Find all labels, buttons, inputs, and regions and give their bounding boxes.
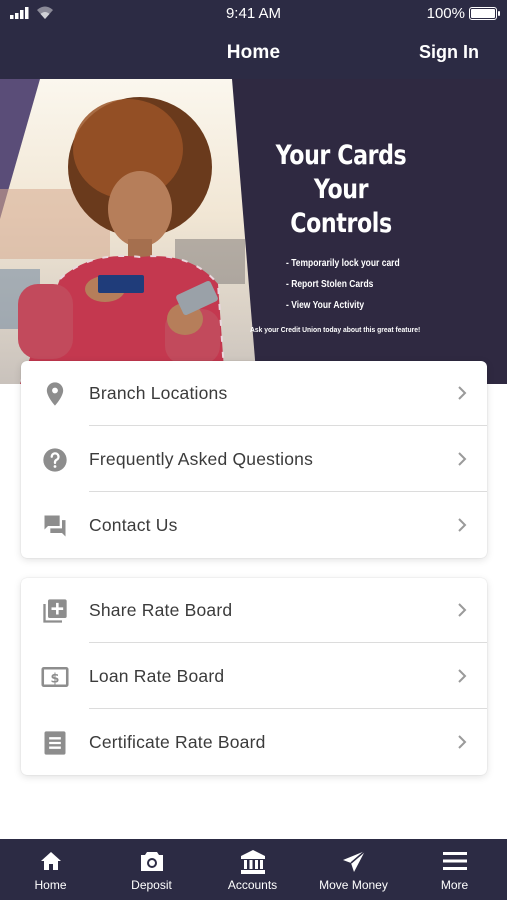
menu-item-branch-locations[interactable]: Branch Locations xyxy=(21,361,487,427)
rates-menu-card: Share Rate Board $ Loan Rate Board Certi… xyxy=(21,578,487,775)
nav-label: Home xyxy=(34,878,67,892)
top-bar: 9:41 AM 100% Home Sign In xyxy=(0,0,507,79)
divider xyxy=(89,708,487,709)
nav-label: Accounts xyxy=(227,878,278,892)
location-pin-icon xyxy=(46,382,64,406)
divider xyxy=(89,642,487,643)
chevron-right-icon xyxy=(458,669,467,683)
menu-item-contact-us[interactable]: Contact Us xyxy=(21,493,487,559)
battery-percent: 100% xyxy=(426,5,465,22)
app-screen: 9:41 AM 100% Home Sign In Your Cards You… xyxy=(0,0,507,900)
banner-photo xyxy=(0,79,257,384)
dollar-bill-icon: $ xyxy=(41,666,69,688)
info-menu-card: Branch Locations Frequently Asked Questi… xyxy=(21,361,487,558)
nav-label: Move Money xyxy=(319,878,388,892)
promo-feature-item: - Report Stolen Cards xyxy=(286,279,374,290)
nav-label: More xyxy=(440,878,469,892)
menu-icon xyxy=(442,852,467,870)
nav-home[interactable]: Home xyxy=(0,839,101,900)
home-icon xyxy=(40,852,61,870)
menu-item-label: Frequently Asked Questions xyxy=(89,449,314,469)
chevron-right-icon xyxy=(458,603,467,617)
sign-in-button[interactable]: Sign In xyxy=(419,42,479,63)
menu-item-label: Loan Rate Board xyxy=(89,666,225,686)
menu-item-loan-rate-board[interactable]: $ Loan Rate Board xyxy=(21,644,487,710)
promo-feature-item: - View Your Activity xyxy=(286,300,365,311)
promo-note: Ask your Credit Union today about this g… xyxy=(250,325,421,334)
nav-more[interactable]: More xyxy=(404,839,505,900)
add-box-icon xyxy=(43,599,67,623)
battery-icon xyxy=(469,7,500,20)
divider xyxy=(89,425,487,426)
bottom-nav: Home Deposit Accounts Move Money More xyxy=(0,839,507,900)
promo-title: Your Cards Your Controls xyxy=(275,140,407,239)
chevron-right-icon xyxy=(458,518,467,532)
nav-accounts[interactable]: Accounts xyxy=(202,839,303,900)
menu-item-faq[interactable]: Frequently Asked Questions xyxy=(21,427,487,493)
nav-label: Deposit xyxy=(131,878,172,892)
document-icon xyxy=(44,731,66,755)
svg-text:$: $ xyxy=(51,671,60,686)
status-bar: 9:41 AM 100% xyxy=(0,0,507,28)
menu-item-certificate-rate-board[interactable]: Certificate Rate Board xyxy=(21,710,487,776)
menu-item-share-rate-board[interactable]: Share Rate Board xyxy=(21,578,487,644)
chevron-right-icon xyxy=(458,735,467,749)
help-circle-icon xyxy=(43,448,67,472)
menu-item-label: Branch Locations xyxy=(89,383,228,403)
banner-text: Your Cards Your Controls - Temporarily l… xyxy=(250,139,426,334)
menu-item-label: Contact Us xyxy=(89,515,178,535)
nav-move-money[interactable]: Move Money xyxy=(303,839,404,900)
chevron-right-icon xyxy=(458,386,467,400)
divider xyxy=(89,491,487,492)
bank-icon xyxy=(240,850,265,874)
send-icon xyxy=(342,850,365,872)
promo-feature-item: - Temporarily lock your card xyxy=(286,258,400,269)
nav-deposit[interactable]: Deposit xyxy=(101,839,202,900)
menu-item-label: Share Rate Board xyxy=(89,600,233,620)
chevron-right-icon xyxy=(458,452,467,466)
promo-banner[interactable]: Your Cards Your Controls - Temporarily l… xyxy=(0,79,507,384)
menu-item-label: Certificate Rate Board xyxy=(89,732,266,752)
camera-icon xyxy=(140,852,163,871)
promo-feature-list: - Temporarily lock your card - Report St… xyxy=(286,253,405,316)
chat-icon xyxy=(44,515,66,537)
